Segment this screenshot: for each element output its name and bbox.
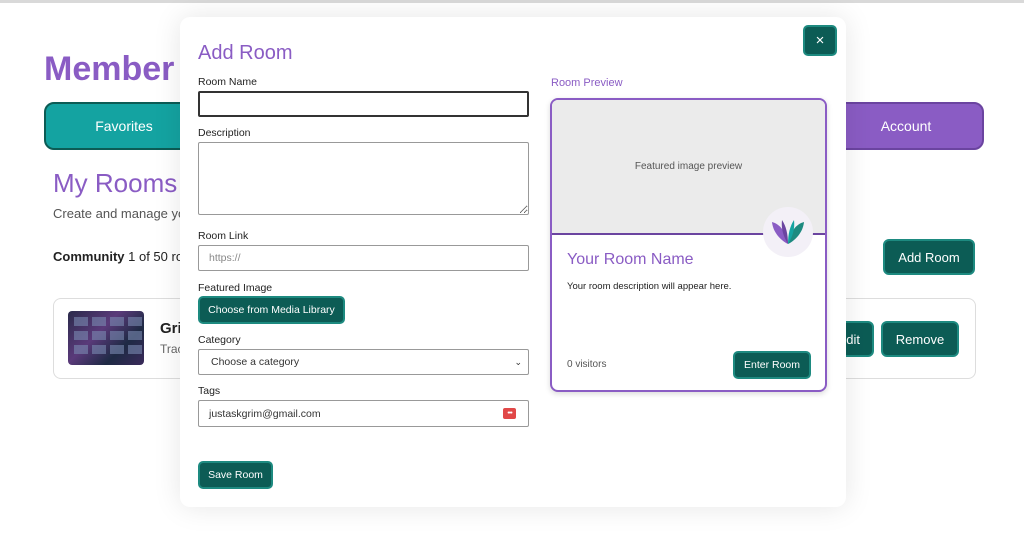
preview-room-description: Your room description will appear here. xyxy=(567,281,732,292)
top-divider xyxy=(0,0,1024,3)
category-select[interactable]: Choose a category ⌄ xyxy=(198,349,529,375)
enter-room-button[interactable]: Enter Room xyxy=(733,351,811,379)
description-textarea[interactable] xyxy=(198,142,529,215)
room-name-label: Room Name xyxy=(198,76,257,88)
my-rooms-title: My Rooms xyxy=(53,168,178,198)
room-thumbnail xyxy=(68,311,144,365)
community-count: Community 1 of 50 ro xyxy=(53,249,183,264)
preview-visitor-count: 0 visitors xyxy=(567,359,607,370)
tags-input[interactable]: justaskgrim@gmail.com ••• xyxy=(198,400,529,427)
room-link-input[interactable]: https:// xyxy=(198,245,529,271)
page-title: Member xyxy=(44,50,175,88)
room-link-label: Room Link xyxy=(198,230,249,242)
community-label: Community xyxy=(53,249,125,264)
featured-image-label: Featured Image xyxy=(198,282,273,294)
password-manager-icon[interactable]: ••• xyxy=(503,408,516,419)
tags-value: justaskgrim@gmail.com xyxy=(209,407,321,420)
butterfly-logo-icon xyxy=(763,207,813,257)
room-preview-label: Room Preview xyxy=(551,77,623,89)
my-rooms-subtitle: Create and manage yo xyxy=(53,206,186,221)
choose-media-button[interactable]: Choose from Media Library xyxy=(198,296,345,324)
category-label: Category xyxy=(198,334,241,346)
close-modal-button[interactable]: × xyxy=(803,25,837,56)
category-selected-value: Choose a category xyxy=(211,356,300,368)
save-room-button[interactable]: Save Room xyxy=(198,461,273,489)
modal-title: Add Room xyxy=(198,42,293,64)
tags-label: Tags xyxy=(198,385,221,397)
add-room-button[interactable]: Add Room xyxy=(883,239,975,275)
room-card-name: Gri xyxy=(160,320,182,337)
chevron-down-icon: ⌄ xyxy=(514,356,522,367)
remove-room-button[interactable]: Remove xyxy=(881,321,959,357)
preview-room-name: Your Room Name xyxy=(567,251,694,268)
tab-account[interactable]: Account xyxy=(828,102,984,150)
room-name-input[interactable] xyxy=(198,91,529,117)
description-label: Description xyxy=(198,127,251,139)
community-count-value: 1 of 50 ro xyxy=(128,249,184,264)
